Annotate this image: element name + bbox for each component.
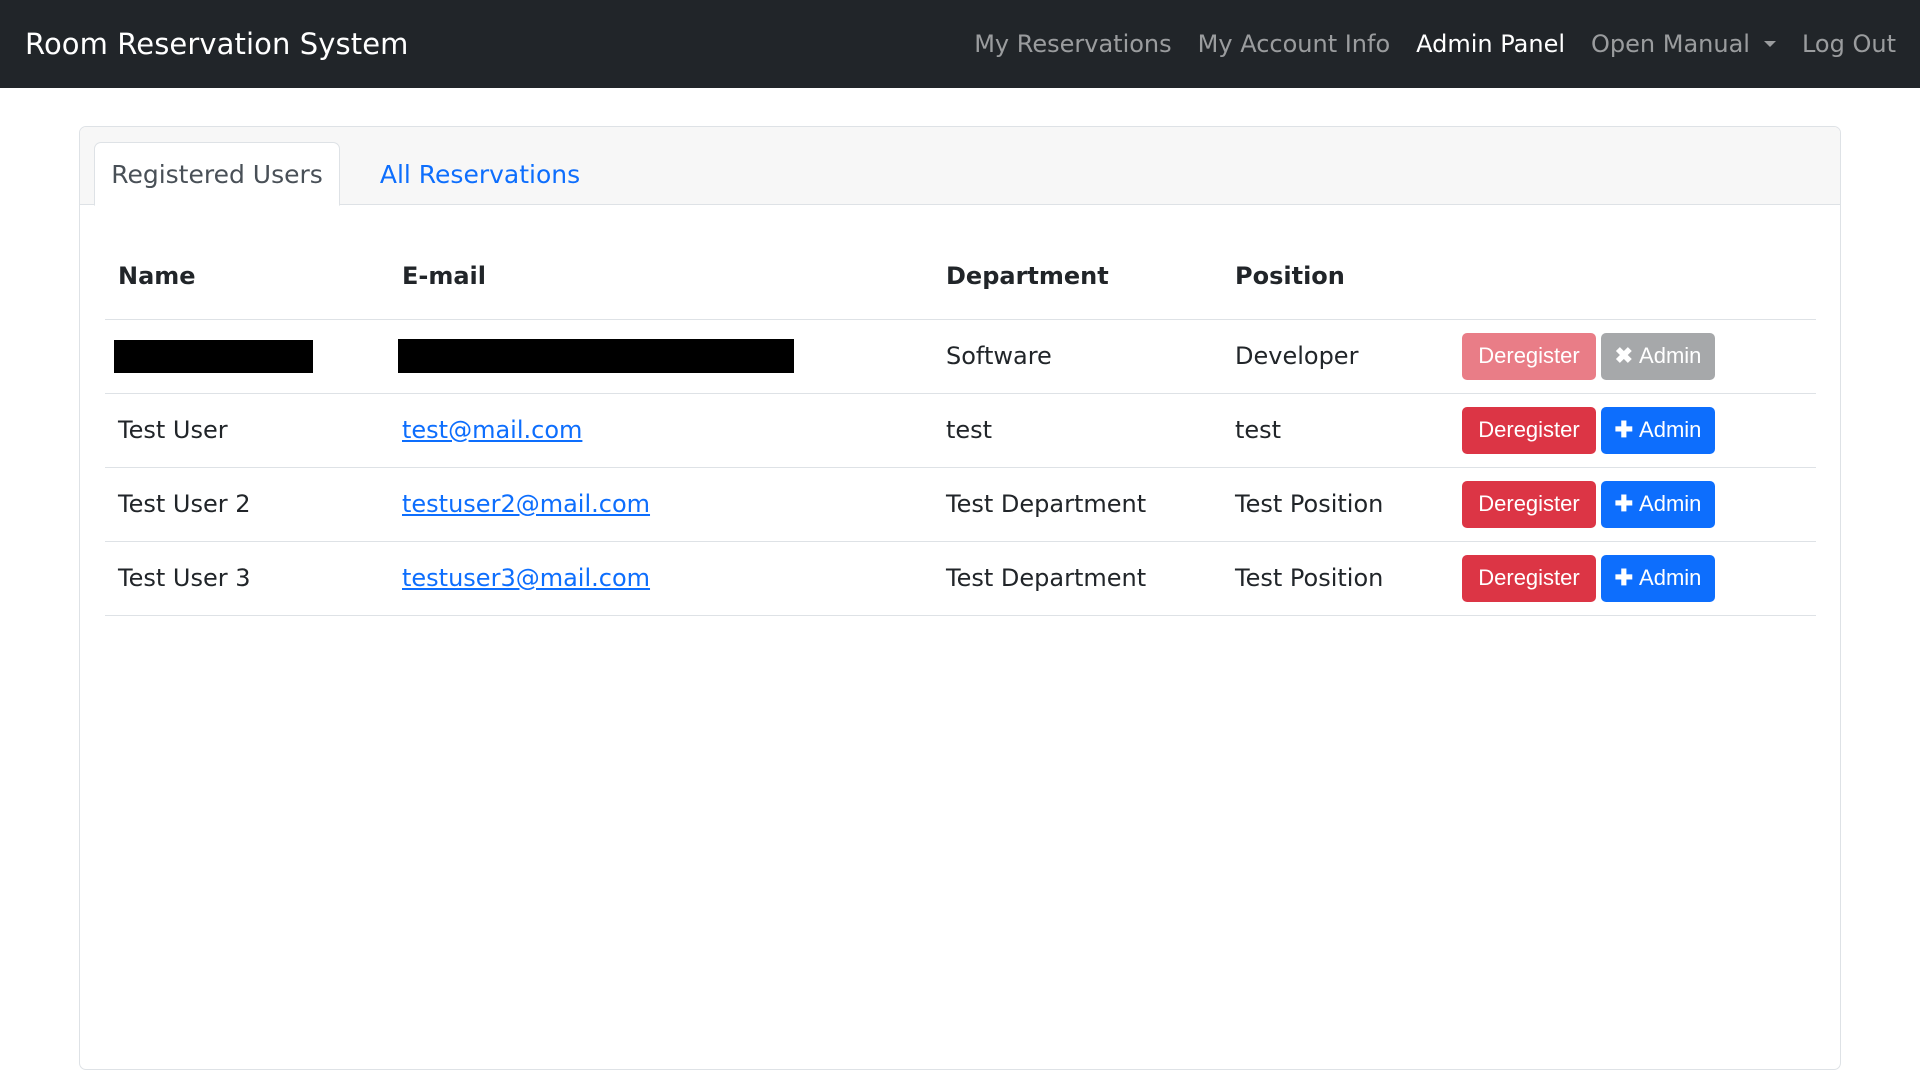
- users-table-wrap: Name E-mail Department Position Software…: [105, 233, 1816, 616]
- admin-button-label: Admin: [1639, 343, 1702, 368]
- deregister-button[interactable]: Deregister: [1462, 332, 1596, 380]
- table-row: Test User test@mail.com test test Deregi…: [105, 393, 1816, 468]
- redacted-name: [114, 339, 313, 373]
- table-header-row: Name E-mail Department Position: [105, 233, 1816, 320]
- admin-button-label: Admin: [1639, 417, 1702, 442]
- table-row: Test User 2 testuser2@mail.com Test Depa…: [105, 467, 1816, 542]
- make-admin-button[interactable]: ✚ Admin: [1601, 554, 1715, 602]
- email-link[interactable]: testuser3@mail.com: [402, 564, 650, 592]
- cell-email: test@mail.com: [389, 393, 933, 468]
- caret-down-icon: [1763, 41, 1776, 47]
- remove-admin-button[interactable]: ✖ Admin: [1601, 332, 1715, 380]
- header-email: E-mail: [389, 233, 933, 320]
- cell-position: Developer: [1222, 319, 1449, 394]
- cell-department: Test Department: [933, 467, 1222, 542]
- nav-open-manual-dropdown[interactable]: Open Manual: [1591, 30, 1776, 58]
- cell-actions: Deregister ✚ Admin: [1449, 467, 1816, 542]
- tab-registered-users[interactable]: Registered Users: [94, 142, 340, 206]
- nav-log-out[interactable]: Log Out: [1802, 30, 1896, 58]
- cell-name: [105, 319, 389, 394]
- header-department: Department: [933, 233, 1222, 320]
- plus-icon: ✚: [1614, 565, 1634, 590]
- cell-email: testuser2@mail.com: [389, 467, 933, 542]
- make-admin-button[interactable]: ✚ Admin: [1601, 406, 1715, 454]
- cell-actions: Deregister ✚ Admin: [1449, 541, 1816, 616]
- plus-icon: ✚: [1614, 417, 1634, 442]
- cell-position: Test Position: [1222, 541, 1449, 616]
- cell-name: Test User 2: [105, 467, 389, 542]
- nav-admin-panel[interactable]: Admin Panel: [1416, 30, 1565, 58]
- cell-email: [389, 319, 933, 394]
- nav-my-account-info[interactable]: My Account Info: [1198, 30, 1391, 58]
- email-link[interactable]: testuser2@mail.com: [402, 490, 650, 518]
- cell-department: Software: [933, 319, 1222, 394]
- cell-position: test: [1222, 393, 1449, 468]
- header-position: Position: [1222, 233, 1449, 320]
- make-admin-button[interactable]: ✚ Admin: [1601, 480, 1715, 528]
- nav-open-manual-label: Open Manual: [1591, 30, 1750, 58]
- redacted-email: [398, 339, 794, 373]
- admin-button-label: Admin: [1639, 491, 1702, 516]
- x-icon: ✖: [1614, 343, 1634, 368]
- cell-actions: Deregister ✖ Admin: [1449, 319, 1816, 394]
- cell-name: Test User: [105, 393, 389, 468]
- admin-button-label: Admin: [1639, 565, 1702, 590]
- deregister-button[interactable]: Deregister: [1462, 480, 1596, 528]
- table-row: Software Developer Deregister ✖ Admin: [105, 319, 1816, 394]
- cell-email: testuser3@mail.com: [389, 541, 933, 616]
- admin-card: Registered Users All Reservations Name E…: [79, 126, 1841, 1070]
- plus-icon: ✚: [1614, 491, 1634, 516]
- cell-name: Test User 3: [105, 541, 389, 616]
- cell-department: Test Department: [933, 541, 1222, 616]
- navbar: Room Reservation System My Reservations …: [0, 0, 1920, 88]
- nav-links: My Reservations My Account Info Admin Pa…: [948, 0, 1896, 88]
- cell-department: test: [933, 393, 1222, 468]
- deregister-button[interactable]: Deregister: [1462, 406, 1596, 454]
- brand-title[interactable]: Room Reservation System: [25, 27, 409, 61]
- card-tabs: Registered Users All Reservations: [80, 127, 1840, 206]
- tab-all-reservations[interactable]: All Reservations: [360, 142, 600, 206]
- email-link[interactable]: test@mail.com: [402, 416, 582, 444]
- header-name: Name: [105, 233, 389, 320]
- header-actions: [1449, 233, 1816, 320]
- users-table: Name E-mail Department Position Software…: [105, 233, 1816, 616]
- table-row: Test User 3 testuser3@mail.com Test Depa…: [105, 541, 1816, 616]
- deregister-button[interactable]: Deregister: [1462, 554, 1596, 602]
- nav-my-reservations[interactable]: My Reservations: [974, 30, 1171, 58]
- cell-actions: Deregister ✚ Admin: [1449, 393, 1816, 468]
- cell-position: Test Position: [1222, 467, 1449, 542]
